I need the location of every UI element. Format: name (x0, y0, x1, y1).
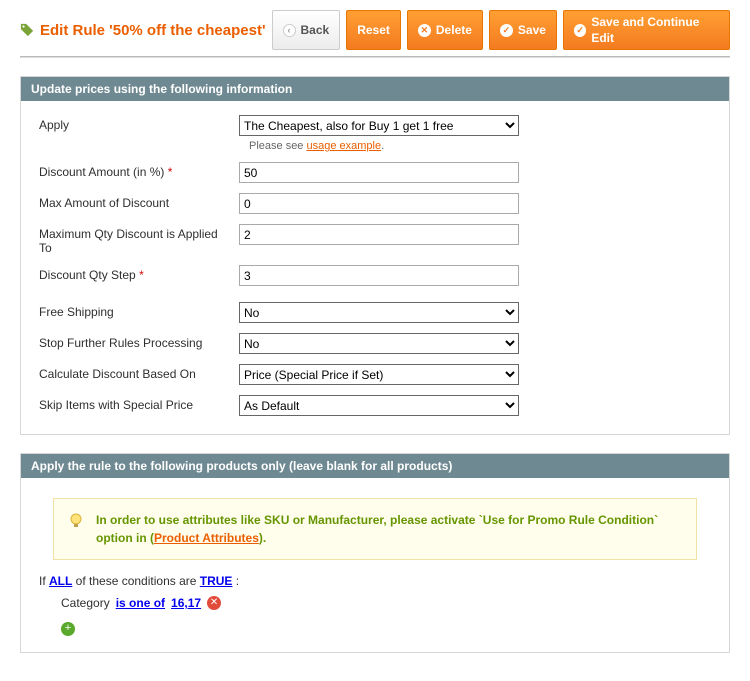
free-shipping-select[interactable]: No (239, 302, 519, 323)
max-amount-label: Max Amount of Discount (39, 193, 239, 210)
required-asterisk: * (168, 165, 173, 179)
tag-icon (20, 23, 34, 37)
condition-aggregator-link[interactable]: ALL (49, 574, 72, 588)
add-condition-icon[interactable]: + (61, 622, 75, 636)
remove-condition-icon[interactable]: ✕ (207, 596, 221, 610)
skip-special-label: Skip Items with Special Price (39, 395, 239, 412)
save-continue-button[interactable]: ✓ Save and Continue Edit (563, 10, 730, 50)
header-divider (20, 56, 730, 58)
max-qty-label: Maximum Qty Discount is Applied To (39, 224, 239, 255)
calc-based-select[interactable]: Price (Special Price if Set) (239, 364, 519, 385)
conditions-panel: Apply the rule to the following products… (20, 453, 730, 653)
delete-button-label: Delete (436, 22, 472, 38)
condition-value-input-link[interactable]: 16,17 (171, 596, 201, 610)
page-title-text: Edit Rule '50% off the cheapest' (40, 22, 266, 39)
save-button[interactable]: ✓ Save (489, 10, 557, 50)
condition-operator-link[interactable]: is one of (116, 596, 165, 610)
update-prices-panel: Update prices using the following inform… (20, 76, 730, 435)
discount-amount-label-text: Discount Amount (in %) (39, 165, 164, 179)
attribute-note: In order to use attributes like SKU or M… (53, 498, 697, 560)
lightbulb-icon (68, 513, 84, 529)
delete-x-icon: ✕ (418, 24, 431, 37)
discount-amount-input[interactable] (239, 162, 519, 183)
condition-value-link[interactable]: TRUE (200, 574, 233, 588)
attribute-note-text: In order to use attributes like SKU or M… (96, 511, 682, 547)
save-continue-button-label: Save and Continue Edit (591, 14, 719, 46)
discount-amount-label: Discount Amount (in %) * (39, 162, 239, 179)
max-qty-input[interactable] (239, 224, 519, 245)
apply-hint-pre: Please see (249, 140, 306, 152)
save-button-label: Save (518, 22, 546, 38)
skip-special-select[interactable]: As Default (239, 395, 519, 416)
qty-step-label-text: Discount Qty Step (39, 268, 136, 282)
delete-button[interactable]: ✕ Delete (407, 10, 483, 50)
update-prices-panel-title: Update prices using the following inform… (21, 77, 729, 101)
qty-step-input[interactable] (239, 265, 519, 286)
conditions-panel-title: Apply the rule to the following products… (21, 454, 729, 478)
usage-example-link[interactable]: usage example (306, 140, 381, 152)
back-button-label: Back (301, 22, 330, 38)
max-amount-input[interactable] (239, 193, 519, 214)
back-button[interactable]: ‹ Back (272, 10, 341, 50)
apply-label: Apply (39, 115, 239, 132)
save-check-icon: ✓ (500, 24, 513, 37)
stop-rules-select[interactable]: No (239, 333, 519, 354)
save-continue-check-icon: ✓ (574, 24, 586, 37)
required-asterisk: * (139, 268, 144, 282)
note-post: ). (259, 531, 266, 545)
condition-attribute: Category (61, 596, 110, 610)
cond-if: If (39, 574, 49, 588)
product-attributes-link[interactable]: Product Attributes (154, 531, 259, 545)
reset-button[interactable]: Reset (346, 10, 401, 50)
back-arrow-icon: ‹ (283, 24, 296, 37)
page-title: Edit Rule '50% off the cheapest' (20, 22, 266, 39)
apply-hint-post: . (381, 140, 384, 152)
cond-end: : (232, 574, 239, 588)
free-shipping-label: Free Shipping (39, 302, 239, 319)
cond-mid: of these conditions are (72, 574, 199, 588)
apply-select[interactable]: The Cheapest, also for Buy 1 get 1 free (239, 115, 519, 136)
condition-header-line: If ALL of these conditions are TRUE : (39, 574, 711, 588)
condition-row: Category is one of 16,17 ✕ (39, 596, 711, 610)
qty-step-label: Discount Qty Step * (39, 265, 239, 282)
apply-hint: Please see usage example. (249, 140, 519, 152)
calc-based-label: Calculate Discount Based On (39, 364, 239, 381)
stop-rules-label: Stop Further Rules Processing (39, 333, 239, 350)
reset-button-label: Reset (357, 22, 390, 38)
